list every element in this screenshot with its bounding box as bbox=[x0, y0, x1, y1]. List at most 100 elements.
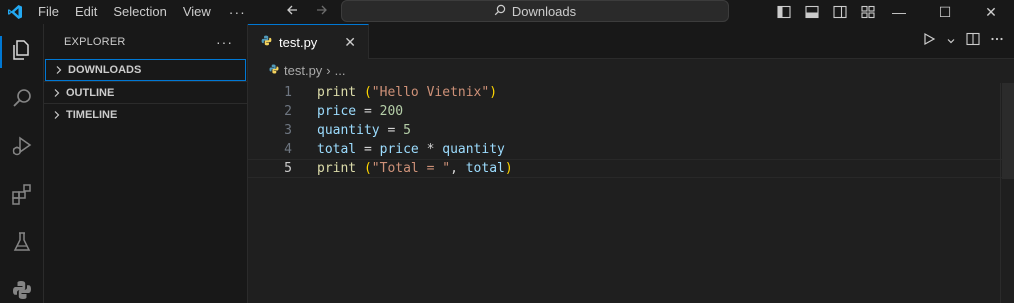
menu-bar: File Edit Selection View ··· bbox=[30, 0, 256, 24]
toggle-primary-sidebar-icon[interactable] bbox=[776, 4, 792, 20]
breadcrumb-symbols[interactable]: ... bbox=[335, 63, 346, 78]
title-bar: File Edit Selection View ··· Downloads —… bbox=[0, 0, 1014, 24]
section-downloads[interactable]: DOWNLOADS bbox=[45, 59, 246, 81]
code-token: quantity bbox=[317, 123, 380, 138]
command-center-text: Downloads bbox=[511, 3, 577, 19]
sidebar-title: EXPLORER bbox=[64, 35, 126, 48]
python-file-icon bbox=[260, 34, 273, 50]
section-timeline[interactable]: TIMELINE bbox=[44, 103, 247, 125]
vscode-window: File Edit Selection View ··· Downloads —… bbox=[0, 0, 1014, 303]
close-window-button[interactable]: ✕ bbox=[968, 0, 1014, 24]
code-token: "Total = " bbox=[371, 161, 451, 176]
code-editor[interactable]: 1 print ("Hello Vietnix") 2 price = 200 3 qua… bbox=[248, 83, 1014, 178]
editor-actions bbox=[922, 24, 1004, 59]
code-token: price bbox=[379, 142, 419, 157]
files-icon bbox=[10, 38, 34, 67]
line-number: 4 bbox=[284, 142, 292, 157]
explorer-button[interactable] bbox=[0, 30, 44, 74]
menu-edit[interactable]: Edit bbox=[67, 0, 105, 24]
run-icon[interactable] bbox=[922, 32, 936, 51]
code-token: 5 bbox=[403, 123, 411, 138]
code-text: price = 200 bbox=[317, 104, 403, 119]
vertical-scrollbar[interactable] bbox=[1000, 83, 1014, 303]
code-token: = bbox=[356, 142, 380, 157]
python-file-icon bbox=[268, 63, 280, 78]
run-debug-button[interactable] bbox=[0, 126, 44, 170]
code-token: "Hello Vietnix" bbox=[371, 85, 490, 100]
line-number: 5 bbox=[284, 161, 292, 176]
code-line[interactable]: 2 price = 200 bbox=[248, 102, 1014, 121]
chevron-right-icon bbox=[50, 88, 64, 98]
extensions-button[interactable] bbox=[0, 174, 44, 218]
editor-tabs: test.py ✕ bbox=[248, 24, 1014, 59]
toggle-secondary-sidebar-icon[interactable] bbox=[832, 4, 848, 20]
tab-label: test.py bbox=[279, 34, 318, 50]
code-token: * bbox=[418, 142, 443, 157]
code-token: ( bbox=[363, 161, 372, 176]
testing-button[interactable] bbox=[0, 222, 44, 266]
code-text: total = price * quantity bbox=[317, 142, 505, 157]
code-text: quantity = 5 bbox=[317, 123, 411, 138]
code-text: print ("Hello Vietnix") bbox=[317, 85, 497, 100]
forward-arrow-icon[interactable] bbox=[313, 3, 331, 21]
chevron-right-icon bbox=[50, 110, 64, 120]
command-center-search[interactable]: Downloads bbox=[341, 0, 729, 22]
section-outline[interactable]: OUTLINE bbox=[44, 81, 247, 103]
activity-bar bbox=[0, 24, 44, 303]
python-button[interactable] bbox=[0, 270, 44, 303]
search-button[interactable] bbox=[0, 78, 44, 122]
testing-icon bbox=[10, 230, 34, 259]
layout-controls bbox=[776, 0, 876, 24]
close-icon[interactable]: ✕ bbox=[344, 34, 356, 51]
section-label: DOWNLOADS bbox=[68, 64, 142, 76]
explorer-sidebar: EXPLORER ··· DOWNLOADS OUTLINE TIMELINE bbox=[44, 24, 248, 303]
run-dropdown-icon[interactable] bbox=[946, 33, 956, 51]
sidebar-more-icon[interactable]: ··· bbox=[216, 34, 233, 50]
code-token: ) bbox=[504, 161, 513, 176]
section-label: TIMELINE bbox=[66, 108, 118, 121]
section-label: OUTLINE bbox=[66, 86, 115, 99]
code-token: 200 bbox=[379, 104, 404, 119]
menu-file[interactable]: File bbox=[30, 0, 67, 24]
menu-more-icon[interactable]: ··· bbox=[219, 0, 256, 24]
code-line[interactable]: 3 quantity = 5 bbox=[248, 121, 1014, 140]
scrollbar-thumb[interactable] bbox=[1002, 83, 1014, 179]
line-number: 1 bbox=[284, 85, 292, 100]
window-controls: — ☐ ✕ bbox=[876, 0, 1014, 24]
code-token: = bbox=[379, 123, 404, 138]
code-line[interactable]: 4 total = price * quantity bbox=[248, 140, 1014, 159]
search-icon bbox=[10, 86, 34, 115]
more-actions-icon[interactable] bbox=[990, 32, 1004, 51]
code-line[interactable]: 1 print ("Hello Vietnix") bbox=[248, 83, 1014, 102]
menu-view[interactable]: View bbox=[175, 0, 219, 24]
code-token: print bbox=[317, 161, 357, 176]
split-editor-icon[interactable] bbox=[966, 32, 980, 51]
code-token: ( bbox=[363, 85, 372, 100]
tab-test-py[interactable]: test.py ✕ bbox=[248, 24, 369, 59]
breadcrumb-separator: › bbox=[326, 62, 331, 78]
chevron-right-icon bbox=[52, 65, 66, 75]
code-token: print bbox=[317, 85, 357, 100]
code-text: print ("Total = ", total) bbox=[317, 161, 513, 176]
code-line[interactable]: 5 print ("Total = ", total) bbox=[248, 159, 1014, 178]
search-icon bbox=[494, 4, 506, 19]
menu-selection[interactable]: Selection bbox=[105, 0, 174, 24]
customize-layout-icon[interactable] bbox=[860, 4, 876, 20]
breadcrumb-file[interactable]: test.py bbox=[284, 63, 322, 78]
python-icon bbox=[10, 278, 34, 303]
line-number: 2 bbox=[284, 104, 292, 119]
maximize-button[interactable]: ☐ bbox=[922, 0, 968, 24]
code-token: quantity bbox=[442, 142, 505, 157]
code-token: total bbox=[317, 142, 357, 157]
code-token: price bbox=[317, 104, 357, 119]
extensions-icon bbox=[10, 182, 34, 211]
back-arrow-icon[interactable] bbox=[283, 3, 301, 21]
minimize-button[interactable]: — bbox=[876, 0, 922, 24]
toggle-panel-icon[interactable] bbox=[804, 4, 820, 20]
vscode-logo-icon bbox=[0, 0, 30, 24]
sidebar-header: EXPLORER ··· bbox=[44, 24, 247, 59]
breadcrumb: test.py › ... bbox=[248, 59, 1014, 81]
line-number: 3 bbox=[284, 123, 292, 138]
